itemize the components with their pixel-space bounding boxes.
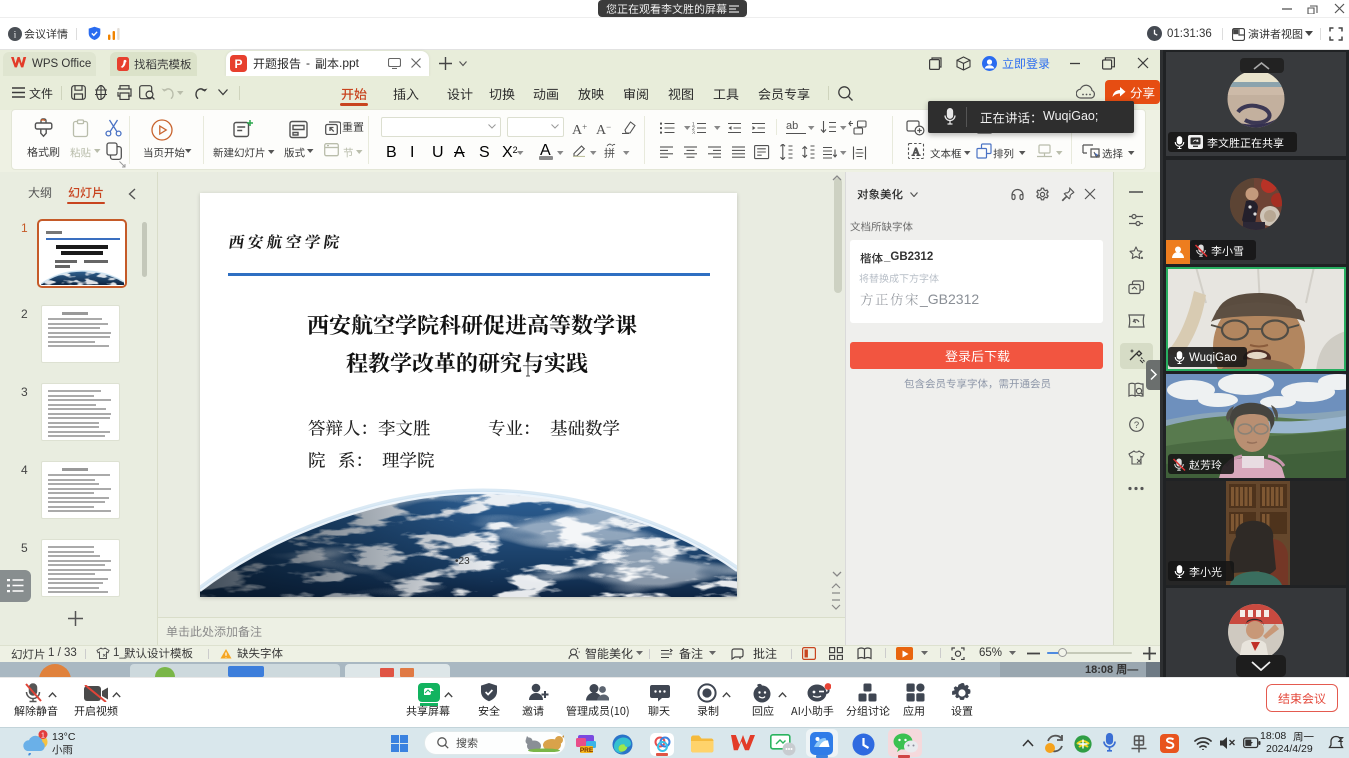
svg-text:P: P xyxy=(234,57,242,71)
svg-text:PRE: PRE xyxy=(580,747,594,753)
svg-text:?: ? xyxy=(1134,420,1139,431)
svg-text:A: A xyxy=(912,147,921,159)
svg-text:3: 3 xyxy=(692,131,695,135)
svg-text:1: 1 xyxy=(41,733,45,740)
